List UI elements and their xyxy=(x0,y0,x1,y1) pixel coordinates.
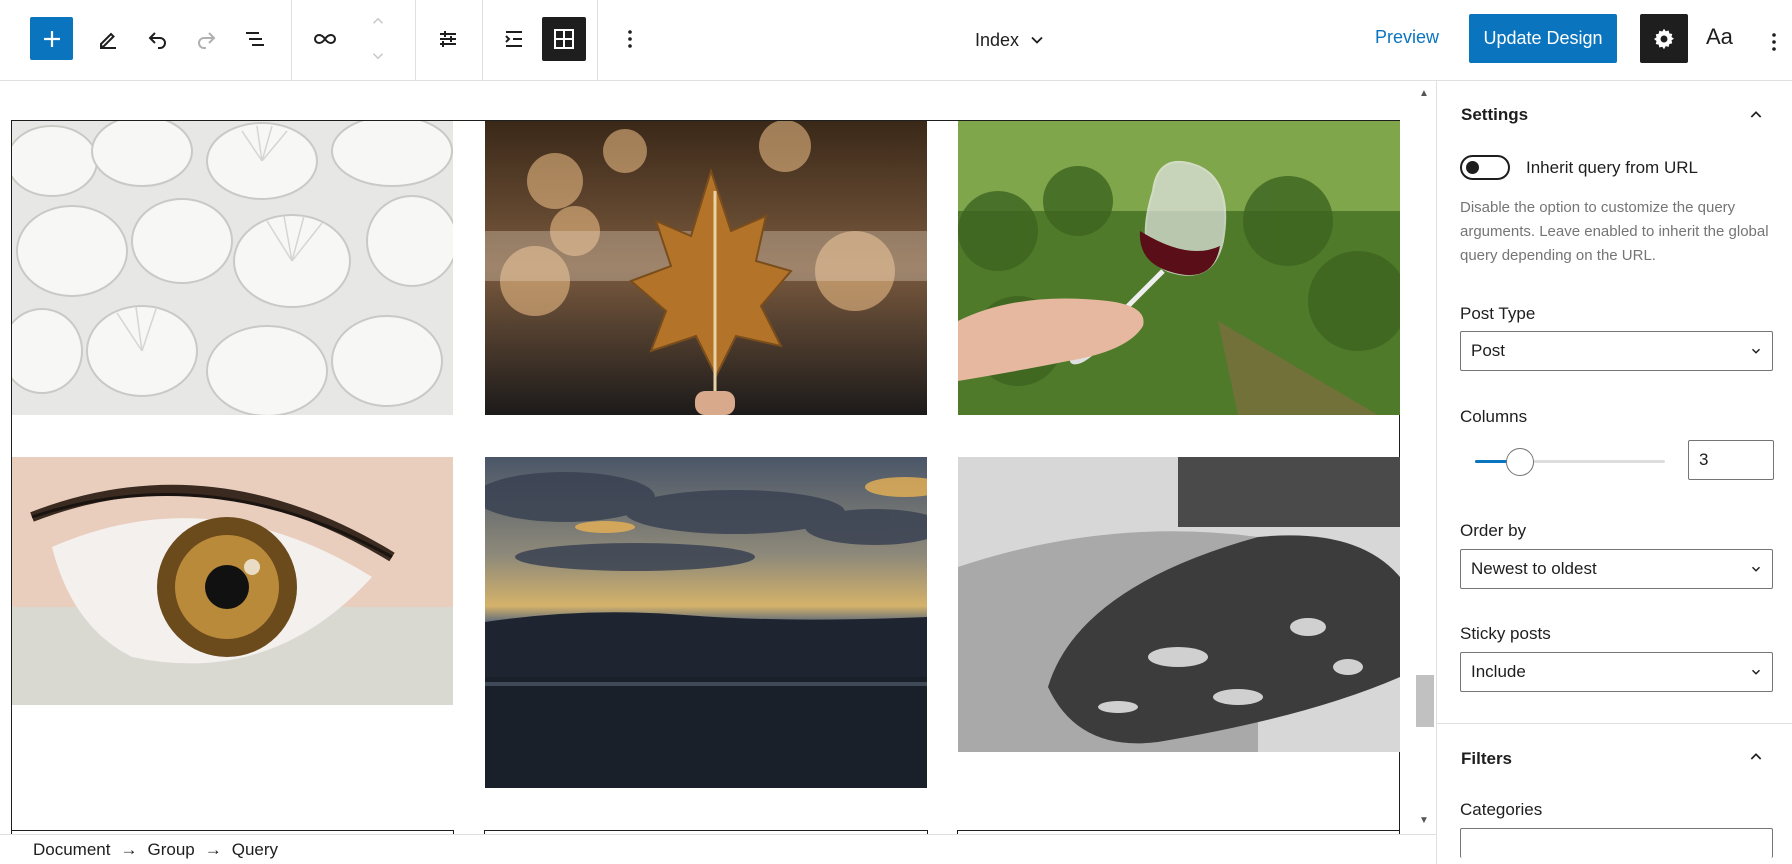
settings-sidebar: Settings Inherit query from URL Disable … xyxy=(1436,81,1792,864)
block-options-button[interactable] xyxy=(608,17,652,61)
redo-button[interactable] xyxy=(184,17,228,61)
eye-image xyxy=(12,457,453,705)
breadcrumb-separator: → xyxy=(204,839,222,859)
list-layout-button[interactable] xyxy=(492,17,536,61)
boat-image xyxy=(958,457,1400,752)
breadcrumb: Document → Group → Query xyxy=(0,834,1436,864)
link-icon xyxy=(314,33,336,45)
chevron-down-icon xyxy=(372,53,384,60)
panel-divider xyxy=(1437,723,1792,724)
chevron-down-icon xyxy=(1031,36,1043,44)
scroll-up-arrow[interactable]: ▲ xyxy=(1419,88,1429,99)
chevron-down-icon xyxy=(1751,669,1761,675)
featured-image[interactable] xyxy=(485,121,927,415)
more-vertical-icon xyxy=(628,30,632,48)
chevron-down-icon xyxy=(1751,566,1761,572)
grid-icon xyxy=(554,29,574,49)
toggle-knob xyxy=(1466,161,1479,174)
tools-button[interactable] xyxy=(86,17,130,61)
seashells-image xyxy=(12,121,453,415)
toolbar-divider xyxy=(482,0,483,80)
scroll-down-arrow[interactable]: ▼ xyxy=(1419,815,1429,826)
sticky-posts-select[interactable]: Include xyxy=(1460,652,1773,692)
move-down-button[interactable] xyxy=(356,41,400,71)
grid-layout-button[interactable] xyxy=(542,17,586,61)
editor-canvas[interactable] xyxy=(0,81,1413,834)
sliders-icon xyxy=(440,31,456,47)
redo-icon xyxy=(198,32,216,49)
filters-panel-title[interactable]: Filters xyxy=(1461,749,1512,769)
post-type-label: Post Type xyxy=(1460,304,1536,323)
categories-label: Categories xyxy=(1460,800,1543,819)
chevron-down-icon xyxy=(1751,348,1761,354)
sticky-posts-value: Include xyxy=(1471,662,1526,681)
categories-input[interactable] xyxy=(1460,828,1773,858)
add-block-button[interactable] xyxy=(30,17,73,60)
inherit-query-toggle[interactable] xyxy=(1460,155,1510,180)
breadcrumb-separator: → xyxy=(120,839,138,859)
featured-image[interactable] xyxy=(958,457,1400,752)
columns-slider-thumb[interactable] xyxy=(1506,448,1534,476)
chevron-up-icon[interactable] xyxy=(1748,749,1764,765)
document-title: Index xyxy=(975,29,1020,50)
columns-input[interactable]: 3 xyxy=(1688,440,1774,480)
featured-image[interactable] xyxy=(485,457,927,788)
update-design-button[interactable]: Update Design xyxy=(1469,14,1617,63)
list-view-icon xyxy=(246,32,264,46)
breadcrumb-group[interactable]: Group xyxy=(147,840,194,860)
post-type-select[interactable]: Post xyxy=(1460,331,1773,371)
toolbar-divider xyxy=(291,0,292,80)
sunset-sea-image xyxy=(485,457,927,788)
inherit-query-label: Inherit query from URL xyxy=(1526,158,1698,177)
sticky-posts-label: Sticky posts xyxy=(1460,624,1551,643)
post-type-value: Post xyxy=(1471,341,1506,360)
undo-button[interactable] xyxy=(136,17,180,61)
toolbar-divider xyxy=(415,0,416,80)
toolbar-divider xyxy=(597,0,598,80)
more-vertical-icon xyxy=(1772,33,1776,51)
chevron-up-icon xyxy=(372,17,384,24)
list-indent-icon xyxy=(505,31,522,47)
preview-button[interactable]: Preview xyxy=(1375,27,1439,48)
breadcrumb-query[interactable]: Query xyxy=(232,840,278,860)
settings-button[interactable] xyxy=(1640,14,1688,63)
editor-toolbar: Index Preview Update Design Aa xyxy=(0,0,1792,81)
chevron-up-icon[interactable] xyxy=(1748,107,1764,123)
breadcrumb-document[interactable]: Document xyxy=(33,840,110,860)
settings-panel-title[interactable]: Settings xyxy=(1461,105,1528,125)
scrollbar-thumb[interactable] xyxy=(1416,675,1434,727)
gear-icon xyxy=(1654,28,1674,49)
document-title-dropdown[interactable]: Index xyxy=(975,24,1047,56)
plus-icon xyxy=(43,30,60,47)
wine-glass-image xyxy=(958,121,1400,415)
autumn-leaf-image xyxy=(485,121,927,415)
undo-icon xyxy=(148,32,166,49)
styles-button[interactable]: Aa xyxy=(1706,24,1733,50)
featured-image[interactable] xyxy=(12,457,453,705)
columns-value: 3 xyxy=(1699,450,1709,469)
query-settings-button[interactable] xyxy=(426,17,470,61)
inherit-query-help: Disable the option to customize the quer… xyxy=(1460,199,1769,264)
document-overview-button[interactable] xyxy=(233,17,277,61)
featured-image[interactable] xyxy=(958,121,1400,415)
options-button[interactable] xyxy=(1762,20,1786,64)
order-by-select[interactable]: Newest to oldest xyxy=(1460,549,1773,589)
pencil-icon xyxy=(100,32,116,49)
move-up-button[interactable] xyxy=(356,6,400,36)
featured-image[interactable] xyxy=(12,121,453,415)
columns-label: Columns xyxy=(1460,407,1528,426)
link-button[interactable] xyxy=(303,17,347,61)
order-by-label: Order by xyxy=(1460,521,1527,540)
order-by-value: Newest to oldest xyxy=(1471,559,1597,578)
